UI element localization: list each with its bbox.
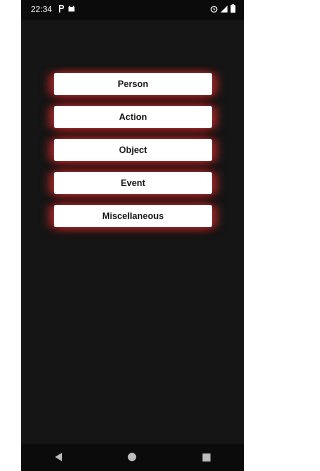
recents-icon bbox=[202, 449, 211, 467]
battery-icon bbox=[230, 4, 236, 15]
signal-icon bbox=[220, 5, 228, 15]
action-button[interactable]: Action bbox=[54, 106, 212, 128]
status-time: 22:34 bbox=[31, 5, 53, 14]
home-icon bbox=[127, 449, 137, 467]
phone-screen: 22:34 Person Action Object Event Miscell… bbox=[21, 0, 244, 471]
back-icon bbox=[54, 449, 63, 467]
parking-icon bbox=[58, 4, 65, 15]
miscellaneous-button[interactable]: Miscellaneous bbox=[54, 205, 212, 227]
person-button[interactable]: Person bbox=[54, 73, 212, 95]
status-left-icons bbox=[58, 4, 75, 15]
category-menu: Person Action Object Event Miscellaneous bbox=[54, 73, 212, 227]
status-right-icons bbox=[210, 4, 236, 15]
recents-button[interactable] bbox=[192, 448, 222, 468]
cat-icon bbox=[68, 5, 75, 14]
status-bar: 22:34 bbox=[21, 0, 244, 20]
home-button[interactable] bbox=[117, 448, 147, 468]
navigation-bar bbox=[21, 444, 244, 471]
main-content: Person Action Object Event Miscellaneous bbox=[21, 20, 244, 444]
object-button[interactable]: Object bbox=[54, 139, 212, 161]
back-button[interactable] bbox=[43, 448, 73, 468]
event-button[interactable]: Event bbox=[54, 172, 212, 194]
alarm-icon bbox=[210, 5, 218, 15]
